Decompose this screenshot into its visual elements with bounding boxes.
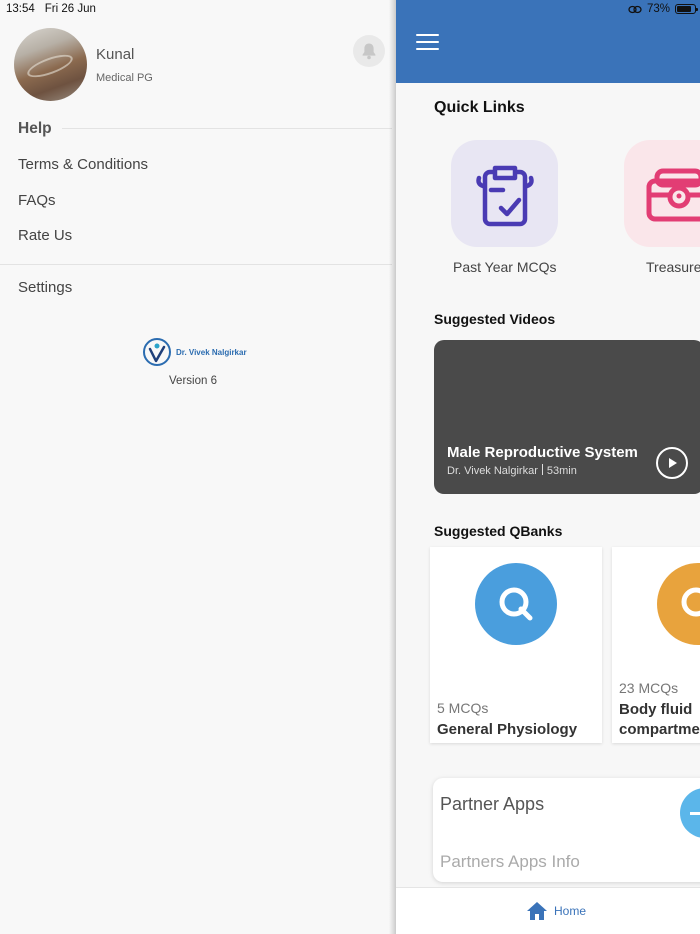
clipboard-check-icon <box>475 165 534 226</box>
drawer-item-faqs[interactable]: FAQs <box>18 192 56 209</box>
video-card[interactable]: Male Reproductive System Dr. Vivek Nalgi… <box>434 340 700 494</box>
drawer-item-terms[interactable]: Terms & Conditions <box>18 156 148 173</box>
notifications-button[interactable] <box>353 35 385 67</box>
play-button[interactable] <box>656 447 688 479</box>
bottom-navigation: Home <box>396 887 700 934</box>
quick-links-title: Quick Links <box>434 99 525 116</box>
user-name: Kunal <box>96 46 135 63</box>
nav-home[interactable]: Home <box>526 901 586 921</box>
status-bar-left: 13:54 Fri 26 Jun <box>6 3 96 15</box>
qbank-mcq-count: 23 MCQs <box>619 680 679 696</box>
battery-percent: 73% <box>646 3 670 15</box>
qbank-icon-circle <box>657 563 700 645</box>
menu-icon[interactable] <box>416 34 439 50</box>
home-icon <box>527 902 547 920</box>
qbank-name: Body fluid <box>619 701 693 718</box>
partner-apps-card[interactable]: Partner Apps Partners Apps Info <box>433 778 700 882</box>
brand-logo: Dr. Vivek Nalgirkar <box>142 337 247 367</box>
video-duration: 53min <box>546 465 577 477</box>
video-title: Male Reproductive System <box>447 444 638 461</box>
link-icon <box>628 5 642 13</box>
qbank-mcq-count: 5 MCQs <box>437 700 489 716</box>
drawer-shadow <box>389 0 396 934</box>
qbank-card[interactable]: 5 MCQs General Physiology <box>430 547 602 743</box>
quick-link-past-year-mcqs[interactable] <box>451 140 558 247</box>
battery-icon <box>675 4 698 14</box>
drawer-item-settings[interactable]: Settings <box>18 279 72 296</box>
stethoscope-logo-icon <box>143 338 171 366</box>
play-icon <box>669 458 677 468</box>
side-drawer: Kunal Medical PG Help Terms & Conditions… <box>0 0 396 934</box>
user-subtitle: Medical PG <box>96 72 153 84</box>
video-meta: Dr. Vivek Nalgirkar 53min <box>447 464 577 477</box>
drawer-item-rate-us[interactable]: Rate Us <box>18 227 72 244</box>
status-date: Fri 26 Jun <box>44 3 96 15</box>
app-version: Version 6 <box>169 375 217 387</box>
quick-link-label: Past Year MCQs <box>453 259 557 275</box>
status-time: 13:54 <box>6 3 35 15</box>
partner-apps-action-button[interactable] <box>680 788 700 838</box>
suggested-videos-title: Suggested Videos <box>434 311 556 327</box>
help-heading: Help <box>18 120 52 137</box>
partner-apps-subtitle: Partners Apps Info <box>440 852 580 871</box>
partner-apps-title: Partner Apps <box>440 794 545 814</box>
search-q-icon <box>499 587 533 621</box>
quick-link-label: Treasure <box>646 259 700 275</box>
home-screen: Quick Links Past Year MCQs Treasure Sugg… <box>396 0 700 934</box>
search-q-icon <box>681 587 700 617</box>
video-author: Dr. Vivek Nalgirkar <box>447 465 538 477</box>
bell-icon <box>362 43 376 60</box>
qbank-name-line2: compartme <box>619 721 700 738</box>
status-bar-right: 73% <box>628 3 698 15</box>
logo-text: Dr. Vivek Nalgirkar <box>176 347 247 357</box>
suggested-qbanks-title: Suggested QBanks <box>434 523 563 539</box>
qbank-card[interactable]: 23 MCQs Body fluid compartme <box>612 547 700 743</box>
divider <box>62 128 392 129</box>
qbank-icon-circle <box>475 563 557 645</box>
qbank-name: General Physiology <box>437 721 578 738</box>
quick-link-treasure[interactable] <box>624 140 700 247</box>
treasure-chest-icon <box>646 168 700 221</box>
avatar[interactable] <box>14 28 87 101</box>
nav-home-label: Home <box>554 904 587 918</box>
divider <box>0 264 392 265</box>
